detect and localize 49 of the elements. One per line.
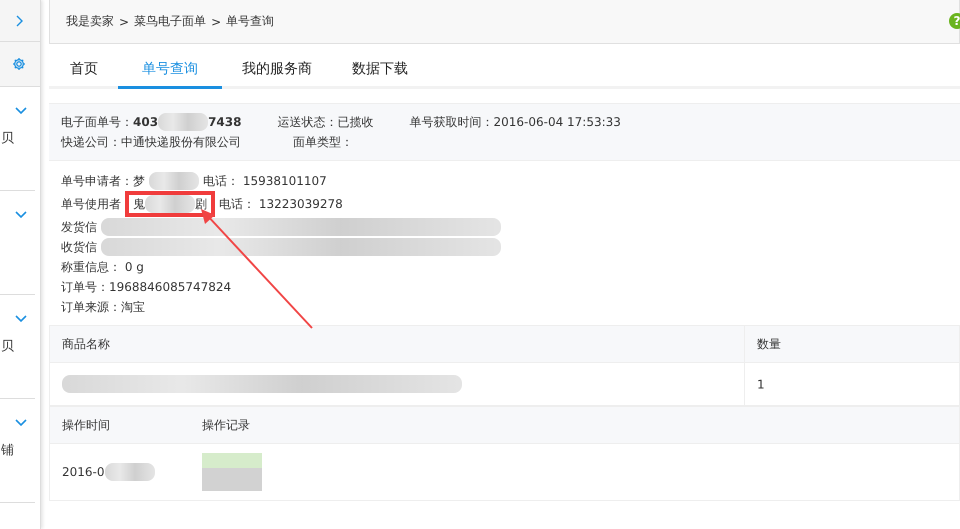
column-header: 操作记录 xyxy=(190,406,960,444)
field-label: 电子面单号： xyxy=(61,114,133,131)
detail-text: 收货信 xyxy=(61,239,97,256)
detail-text: 鬼 xyxy=(133,196,145,213)
chevron-down-icon[interactable] xyxy=(15,211,27,219)
sidebar-item[interactable]: 贝 xyxy=(0,337,14,355)
field-value: 已揽收 xyxy=(337,114,374,131)
breadcrumb-separator: > xyxy=(119,14,130,28)
field-label: 快递公司： xyxy=(61,134,121,151)
detail-text: 发货信 xyxy=(61,219,97,236)
column-header: 操作时间 xyxy=(50,406,190,444)
redaction-blur xyxy=(158,113,208,131)
sidebar-item[interactable]: 贝 xyxy=(0,129,14,147)
tab[interactable]: 我的服务商 xyxy=(222,60,332,89)
detail-text: 订单号：1968846085747824 xyxy=(61,279,232,296)
redaction-blur xyxy=(149,172,199,190)
column-header: 商品名称 xyxy=(50,326,744,362)
detail-text: 剧 xyxy=(195,196,207,213)
table-cell: 1 xyxy=(757,377,765,392)
redaction-blur xyxy=(145,195,195,213)
field-label: 单号获取时间： xyxy=(409,114,494,131)
chevron-right-icon[interactable] xyxy=(16,14,24,26)
chevron-down-icon[interactable] xyxy=(15,419,27,427)
settings-icon[interactable] xyxy=(12,57,26,71)
field-value: 7438 xyxy=(208,114,242,131)
field-value: 中通快递股份有限公司 xyxy=(121,134,241,151)
field-value: 403 xyxy=(133,114,158,131)
tab[interactable]: 数据下载 xyxy=(332,60,428,89)
sidebar-item[interactable]: 铺 xyxy=(0,441,14,459)
detail-text: 称重信息： 0 g xyxy=(61,259,144,276)
field-value: 2016-06-04 17:53:33 xyxy=(493,114,621,131)
column-header: 数量 xyxy=(744,326,960,362)
detail-text: 电话： 13223039278 xyxy=(219,196,343,213)
field-label: 面单类型： xyxy=(293,134,353,151)
field-label: 运送状态： xyxy=(277,114,338,131)
redaction-blur xyxy=(104,463,155,481)
redaction-blur xyxy=(202,453,262,491)
tab[interactable]: 首页 xyxy=(50,60,118,89)
detail-text: 单号使用者 xyxy=(61,196,121,213)
chevron-down-icon[interactable] xyxy=(15,315,27,323)
breadcrumb-item[interactable]: 菜鸟电子面单 xyxy=(134,13,206,30)
detail-text: 单号申请者：梦 xyxy=(61,173,145,190)
breadcrumb-item: 单号查询 xyxy=(226,13,274,30)
detail-text: 订单来源：淘宝 xyxy=(61,299,145,316)
breadcrumb-separator: > xyxy=(211,14,222,28)
breadcrumb-item[interactable]: 我是卖家 xyxy=(66,13,114,30)
detail-text: 电话： 15938101107 xyxy=(203,173,327,190)
chevron-down-icon[interactable] xyxy=(15,107,27,115)
table-cell: 2016-0 xyxy=(62,465,105,479)
